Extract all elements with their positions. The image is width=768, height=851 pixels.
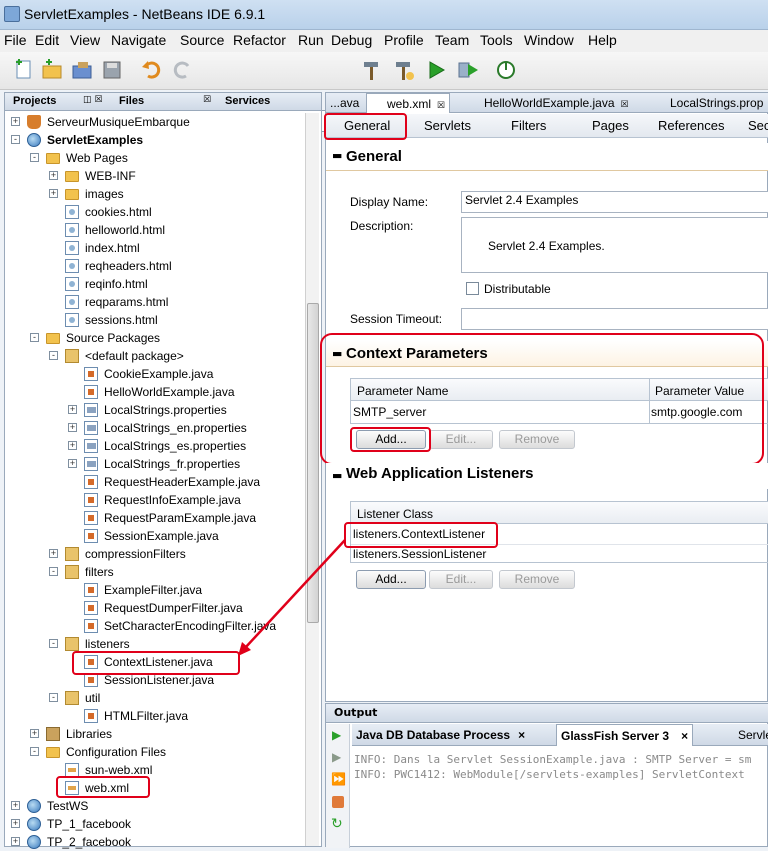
- arrow-listener-to-file: [244, 539, 346, 649]
- annotation-arrows: [238, 539, 346, 656]
